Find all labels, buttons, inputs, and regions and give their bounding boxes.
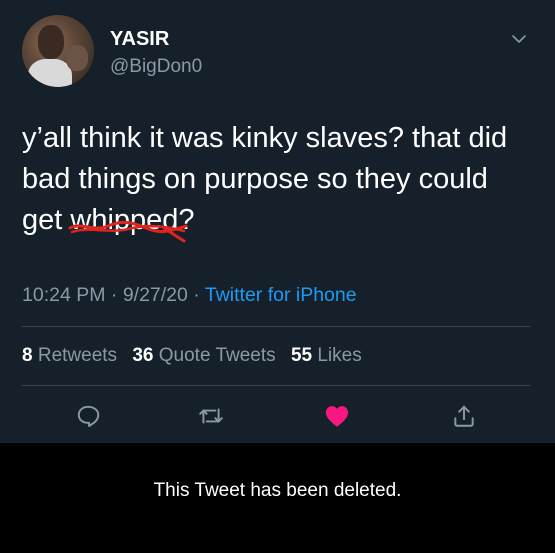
tweet-text-line-2: bad things on purpose so they could xyxy=(22,163,488,195)
reply-icon xyxy=(77,405,100,428)
retweet-button[interactable] xyxy=(195,400,227,432)
tweet-card: YASIR @BigDon0 y’all think it was kinky … xyxy=(0,0,555,443)
share-button[interactable] xyxy=(448,400,480,432)
deleted-tweet-notice: This Tweet has been deleted. xyxy=(153,480,402,501)
retweets-label: Retweets xyxy=(37,345,118,366)
like-button[interactable] xyxy=(321,400,353,432)
avatar-face xyxy=(38,25,64,59)
quote-tweets-label: Quote Tweets xyxy=(158,345,276,366)
quote-tweets-count: 36 xyxy=(132,345,154,366)
retweet-icon xyxy=(199,408,223,424)
avatar[interactable] xyxy=(22,15,94,87)
avatar-shirt xyxy=(28,59,72,87)
chevron-down-icon[interactable] xyxy=(511,31,527,47)
display-name[interactable]: YASIR xyxy=(110,28,169,51)
tweet-text-line-3-suffix: ? xyxy=(178,204,195,236)
tweet-text-line-1: y’all think it was kinky slaves? that di… xyxy=(22,122,508,154)
retweets-count: 8 xyxy=(22,345,33,366)
quote-tweets-stat[interactable]: 36 Quote Tweets xyxy=(132,345,275,366)
meta-separator: · xyxy=(105,284,123,306)
heart-icon xyxy=(325,406,349,427)
likes-stat[interactable]: 55 Likes xyxy=(291,345,362,366)
tweet-text: y’all think it was kinky slaves? that di… xyxy=(22,118,537,243)
tweet-date[interactable]: 9/27/20 xyxy=(123,284,188,306)
scribbled-word-text: whipped xyxy=(70,204,179,236)
meta-separator: · xyxy=(187,284,205,306)
likes-label: Likes xyxy=(317,345,362,366)
avatar-second-face xyxy=(66,45,88,71)
tweet-time: 10:24 PM xyxy=(22,284,106,306)
user-handle[interactable]: @BigDon0 xyxy=(110,56,202,78)
scribbled-word: whipped xyxy=(68,200,188,243)
reply-button[interactable] xyxy=(72,400,104,432)
share-icon xyxy=(454,405,474,427)
engagement-stats: 8 Retweets 36 Quote Tweets 55 Likes xyxy=(22,345,362,367)
divider xyxy=(22,385,530,386)
tweet-meta: 10:24 PM · 9/27/20 · Twitter for iPhone xyxy=(22,284,357,307)
likes-count: 55 xyxy=(290,345,313,366)
tweet-text-line-3-prefix: get xyxy=(22,204,71,236)
tweet-source-link[interactable]: Twitter for iPhone xyxy=(205,284,357,306)
divider xyxy=(22,326,530,327)
retweets-stat[interactable]: 8 Retweets xyxy=(22,345,117,366)
